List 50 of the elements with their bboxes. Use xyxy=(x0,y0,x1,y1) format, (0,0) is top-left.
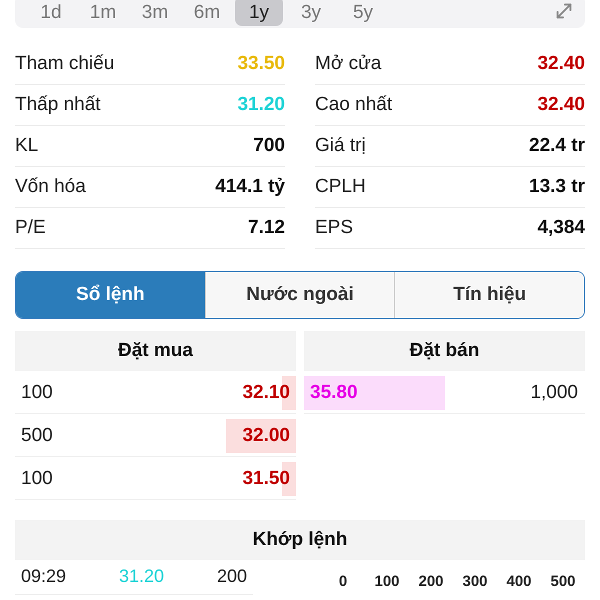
axis-tick-label: 300 xyxy=(461,572,489,590)
stat-value: 13.3 tr xyxy=(529,176,585,198)
tab[interactable]: Sổ lệnh xyxy=(16,272,205,318)
axis-tick-label: 500 xyxy=(549,572,577,590)
stat-label: Tham chiếu xyxy=(15,53,114,75)
stat-label: Mở cửa xyxy=(315,53,382,75)
matched-header: Khớp lệnh xyxy=(15,520,585,560)
stat-value: 7.12 xyxy=(248,217,285,239)
axis-tick-label: 200 xyxy=(417,572,445,590)
ask-volume: 1,000 xyxy=(529,382,579,404)
period-tab[interactable]: 3y xyxy=(287,0,335,26)
bid-price: 32.00 xyxy=(241,425,291,447)
tab[interactable]: Tín hiệu xyxy=(394,272,584,318)
ask-price: 35.80 xyxy=(309,382,359,404)
stat-value: 4,384 xyxy=(537,217,585,239)
stat-label: CPLH xyxy=(315,176,366,198)
axis-tick-label: 0 xyxy=(338,572,348,590)
stat-value: 414.1 tỷ xyxy=(215,176,285,198)
period-tab[interactable]: 3m xyxy=(131,0,179,26)
match-volume: 200 xyxy=(216,566,247,587)
stat-label: Thấp nhất xyxy=(15,94,101,116)
stat-label: Vốn hóa xyxy=(15,176,86,198)
tab[interactable]: Nước ngoài xyxy=(204,272,394,318)
stat-label: KL xyxy=(15,135,38,157)
bid-volume: 100 xyxy=(20,382,54,404)
match-time: 09:29 xyxy=(21,566,66,587)
stat-value: 32.40 xyxy=(537,53,585,75)
axis-tick-label: 400 xyxy=(505,572,533,590)
bid-volume: 100 xyxy=(20,468,54,490)
match-price: 31.20 xyxy=(118,566,164,587)
stat-value: 700 xyxy=(253,135,285,157)
period-tab[interactable]: 1d xyxy=(27,0,75,26)
bid-header: Đặt mua xyxy=(15,331,296,371)
stat-value: 31.20 xyxy=(237,94,285,116)
period-tab[interactable]: 5y xyxy=(339,0,387,26)
period-tab[interactable]: 6m xyxy=(183,0,231,26)
stat-label: EPS xyxy=(315,217,354,239)
ask-header: Đặt bán xyxy=(304,331,585,371)
period-tab[interactable]: 1m xyxy=(79,0,127,26)
bid-volume: 500 xyxy=(20,425,54,447)
stat-label: P/E xyxy=(15,217,46,239)
stat-value: 33.50 xyxy=(237,53,285,75)
stat-value: 22.4 tr xyxy=(529,135,585,157)
bid-price: 31.50 xyxy=(241,468,291,490)
bid-price: 32.10 xyxy=(241,382,291,404)
stat-value: 32.40 xyxy=(537,94,585,116)
period-tab[interactable]: 1y xyxy=(235,0,283,26)
stat-label: Giá trị xyxy=(315,135,366,157)
stat-label: Cao nhất xyxy=(315,94,392,116)
axis-tick-label: 100 xyxy=(373,572,401,590)
